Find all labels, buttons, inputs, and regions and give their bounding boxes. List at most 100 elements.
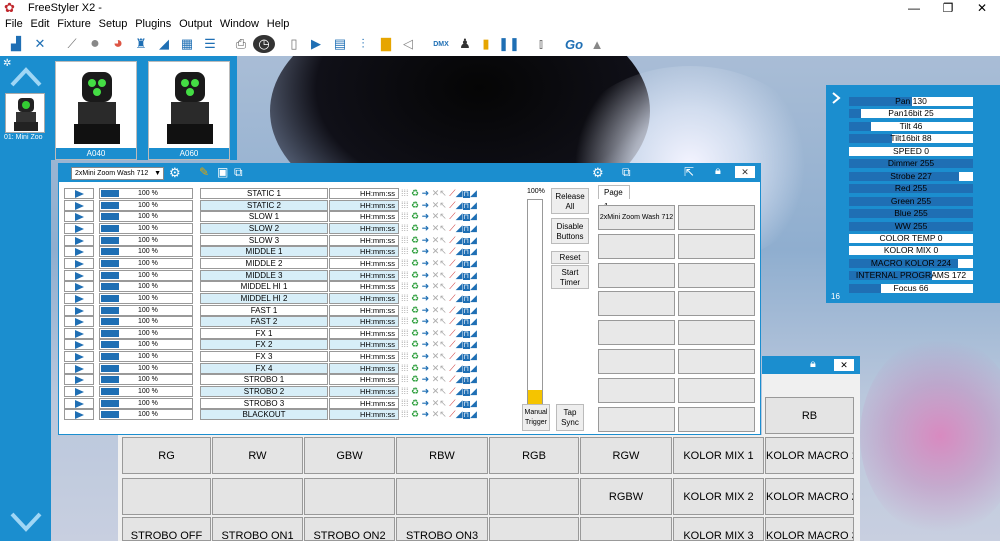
menu-edit[interactable]: Edit — [31, 16, 50, 32]
grid-icon[interactable]: ⁞⁞⁞ — [401, 316, 409, 326]
grid-icon[interactable]: ⁞⁞⁞ — [401, 211, 409, 221]
loop-icon[interactable]: ♻ — [411, 386, 419, 396]
loop-icon[interactable]: ♻ — [411, 200, 419, 210]
color-macro-button[interactable]: KOLOR MACRO 3 — [765, 517, 854, 541]
list-icon[interactable]: ☰ — [200, 35, 220, 53]
sequence-name[interactable]: SLOW 1 — [200, 211, 328, 223]
speed-fader[interactable]: 100 % — [99, 234, 193, 246]
ramp-icon[interactable]: ◢ — [470, 409, 477, 419]
speed-fader[interactable]: 100 % — [99, 351, 193, 363]
warning-icon[interactable]: ▲ — [588, 35, 606, 53]
sequence-time[interactable]: HH:mm:ss — [329, 199, 399, 211]
lock-icon[interactable]: ⊓ — [462, 237, 470, 245]
play-button[interactable] — [64, 257, 94, 269]
sequence-time[interactable]: HH:mm:ss — [329, 246, 399, 258]
grid-icon[interactable]: ⁞⁞⁞ — [401, 328, 409, 338]
loop-icon[interactable]: ♻ — [411, 258, 419, 268]
grid-icon[interactable]: ⁞⁞⁞ — [401, 305, 409, 315]
sequence-name[interactable]: MIDDLE 1 — [200, 246, 328, 258]
menu-file[interactable]: File — [5, 16, 23, 32]
ramp-icon[interactable]: ◢ — [456, 293, 463, 303]
open-folder-icon[interactable]: ⧉ — [234, 165, 243, 180]
grid-icon[interactable]: ⁞⁞⁞ — [401, 223, 409, 233]
arrow-right-icon[interactable]: ➜ — [422, 386, 430, 396]
sequence-name[interactable]: STATIC 1 — [200, 188, 328, 199]
color-macro-button[interactable]: KOLOR MIX 1 — [673, 437, 764, 474]
sequence-pad[interactable] — [598, 377, 675, 403]
menu-setup[interactable]: Setup — [99, 16, 128, 32]
color-macro-button[interactable]: KOLOR MACRO 1 — [765, 437, 854, 474]
ramp-icon[interactable]: ◢ — [456, 200, 463, 210]
ramp-icon[interactable]: ◢ — [456, 270, 463, 280]
sequence-name[interactable]: FX 1 — [200, 327, 328, 339]
play-button[interactable] — [64, 269, 94, 281]
param-fader[interactable]: Dimmer 255 — [849, 159, 973, 169]
color-macro-button[interactable]: GBW — [304, 437, 395, 474]
loop-icon[interactable]: ♻ — [411, 305, 419, 315]
lock-icon[interactable]: ⊓ — [462, 307, 470, 315]
wizard-icon[interactable]: ✎ — [199, 165, 209, 179]
sequence-name[interactable]: MIDDEL HI 1 — [200, 281, 328, 293]
arrow-right-icon[interactable]: ➜ — [422, 223, 430, 233]
lock-icon[interactable]: ⊓ — [462, 214, 470, 222]
cursor-icon[interactable]: ↖ — [439, 316, 447, 326]
ramp-icon[interactable]: ◢ — [470, 200, 477, 210]
play-button[interactable] — [64, 292, 94, 304]
ramp-icon[interactable]: ◢ — [456, 316, 463, 326]
cross-icon[interactable]: ✕ — [30, 35, 50, 53]
lock-icon[interactable]: ⊓ — [462, 330, 470, 338]
play-button[interactable] — [64, 222, 94, 234]
param-fader[interactable]: Focus 66 — [849, 283, 973, 293]
arrow-right-icon[interactable]: ➜ — [422, 316, 430, 326]
color-macro-button[interactable] — [489, 517, 579, 541]
lock-icon[interactable]: ⊓ — [462, 365, 470, 373]
cursor-icon[interactable]: ↖ — [439, 258, 447, 268]
play-button[interactable] — [64, 397, 94, 409]
close-icon[interactable]: ✕ — [735, 166, 755, 178]
color-macro-button[interactable] — [580, 517, 672, 541]
sequence-name[interactable]: BLACKOUT — [200, 409, 328, 421]
grid-icon[interactable]: ⁞⁞⁞ — [401, 235, 409, 245]
param-fader[interactable]: Green 255 — [849, 196, 973, 206]
param-fader[interactable]: WW 255 — [849, 221, 973, 231]
cursor-icon[interactable]: ↖ — [439, 235, 447, 245]
ramp-icon[interactable]: ◢ — [470, 386, 477, 396]
arrow-right-icon[interactable]: ➜ — [422, 351, 430, 361]
arrow-right-icon[interactable]: ➜ — [422, 246, 430, 256]
sequence-name[interactable]: STROBO 3 — [200, 397, 328, 409]
speed-fader[interactable]: 100 % — [99, 409, 193, 421]
ramp-icon[interactable]: ◢ — [456, 363, 463, 373]
sequence-pad[interactable] — [598, 233, 675, 259]
ramp-icon[interactable]: ◢ — [456, 374, 463, 384]
cursor-icon[interactable]: ↖ — [439, 363, 447, 373]
clock-icon[interactable]: ◷ — [253, 35, 275, 53]
sequence-name[interactable]: FX 4 — [200, 362, 328, 374]
sequence-pad[interactable] — [678, 291, 755, 317]
speed-fader[interactable]: 100 % — [99, 397, 193, 409]
menu-help[interactable]: Help — [267, 16, 290, 32]
maximize-button[interactable]: ❐ — [932, 0, 964, 16]
speed-fader[interactable]: 100 % — [99, 374, 193, 386]
ramp-icon[interactable]: ◢ — [470, 270, 477, 280]
grid-icon[interactable]: ⁞⁞⁞ — [401, 281, 409, 291]
play-button[interactable] — [64, 234, 94, 246]
printer-icon[interactable]: ⎙ — [231, 35, 251, 53]
master-fader-icon[interactable]: ⫾ — [532, 35, 550, 53]
lock-icon[interactable]: ⊓ — [462, 342, 470, 350]
arrow-right-icon[interactable]: ➜ — [422, 328, 430, 338]
cursor-icon[interactable]: ↖ — [439, 351, 447, 361]
grid-icon[interactable]: ⁞⁞⁞ — [401, 270, 409, 280]
play-button[interactable] — [64, 199, 94, 211]
ramp-icon[interactable]: ◢ — [456, 398, 463, 408]
cursor-icon[interactable]: ↖ — [439, 223, 447, 233]
play-button[interactable] — [64, 327, 94, 339]
fixture-card-a040[interactable]: A040 — [55, 61, 137, 160]
fixture-icon[interactable]: ♜ — [131, 35, 151, 53]
ramp-icon[interactable]: ◢ — [470, 293, 477, 303]
ramp-icon[interactable]: ◢ — [456, 281, 463, 291]
start-timer-button[interactable]: Start Timer — [551, 265, 589, 289]
cursor-icon[interactable]: ↖ — [439, 211, 447, 221]
go-button[interactable]: Go — [563, 35, 585, 53]
pause-icon[interactable]: ❚❚ — [498, 35, 520, 53]
fixture-select[interactable]: 2xMini Zoom Wash 712 ▼ — [71, 167, 164, 180]
